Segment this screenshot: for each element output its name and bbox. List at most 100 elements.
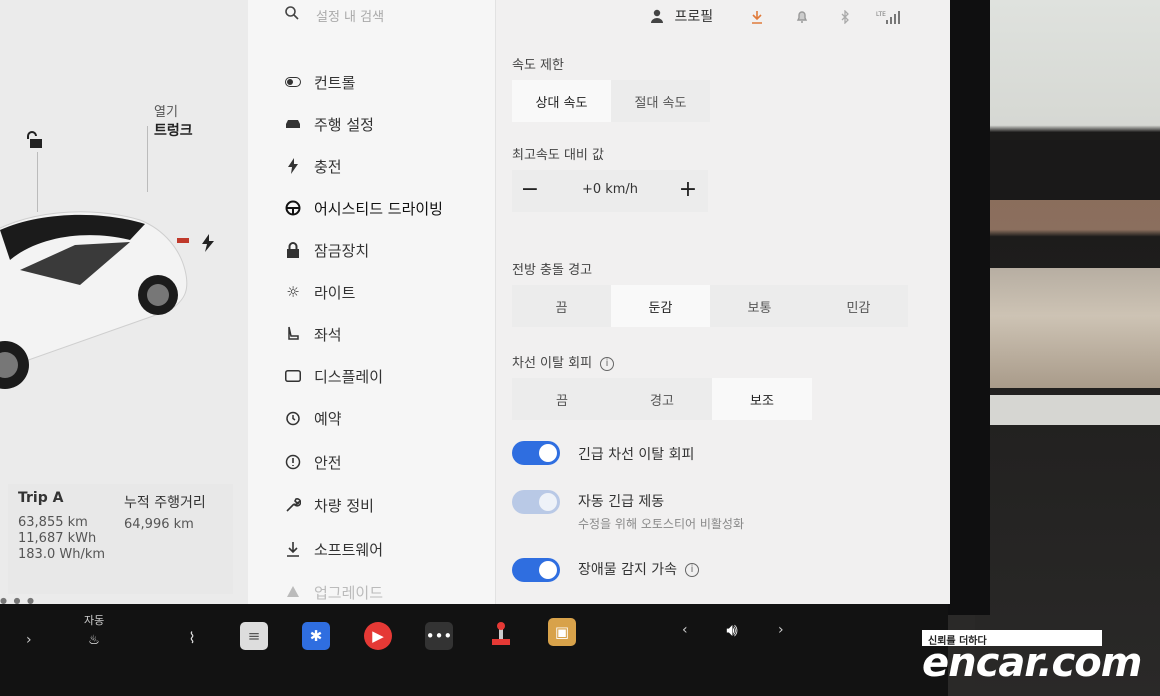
nav-item-lights[interactable]: ☼ 라이트	[284, 278, 484, 306]
info-icon[interactable]: i	[600, 356, 615, 371]
rear-defrost-icon[interactable]: ⌇	[178, 624, 206, 652]
emergency-lane-avoidance-toggle[interactable]	[512, 441, 560, 465]
search-icon	[285, 6, 299, 20]
trip-energy: 11,687 kWh	[18, 531, 97, 546]
lda-option-off[interactable]: 끔	[512, 378, 612, 420]
profile-icon	[651, 9, 663, 23]
shield-icon	[284, 453, 302, 471]
volume-icon[interactable]: 🔊︎	[718, 616, 746, 644]
speed-offset-value: +0 km/h	[581, 182, 639, 197]
wood-trim	[985, 268, 1160, 388]
notes-icon[interactable]: ≡	[240, 622, 268, 650]
increase-button[interactable]: +	[674, 177, 702, 205]
bluetooth-icon[interactable]: ✱	[302, 622, 330, 650]
nav-item-label: 업그레이드	[314, 583, 384, 602]
taskbar: › 자동 ♨ ⌇ ≡ ✱ ▶ ••• ▣ ‹ 🔊︎ ›	[0, 604, 948, 696]
nav-item-schedule[interactable]: 예약	[284, 404, 484, 432]
nav-item-label: 안전	[314, 453, 342, 472]
unlock-icon[interactable]	[26, 130, 46, 150]
search-input[interactable]: 설정 내 검색	[316, 6, 384, 25]
nav-item-seats[interactable]: 좌석	[284, 320, 484, 348]
lda-option-assist[interactable]: 보조	[712, 378, 812, 420]
steering-wheel-icon	[284, 199, 302, 217]
nav-item-safety[interactable]: 안전	[284, 448, 484, 476]
wrench-icon	[284, 496, 302, 514]
nav-item-charging[interactable]: 충전	[284, 152, 484, 180]
lock-icon	[284, 241, 302, 259]
sun-icon: ☼	[286, 283, 300, 301]
fcw-option-late[interactable]: 둔감	[611, 285, 710, 327]
download-icon	[284, 540, 302, 558]
chevron-left-icon[interactable]: ›	[26, 632, 32, 648]
settings-search[interactable]: 설정 내 검색	[284, 2, 484, 28]
download-update-icon[interactable]	[751, 10, 763, 24]
nav-item-controls[interactable]: 컨트롤	[284, 68, 484, 96]
signal-icon: LTE	[876, 11, 900, 24]
clock-icon	[284, 409, 302, 427]
air-vent	[985, 395, 1160, 425]
media-player-icon[interactable]: ▶	[364, 622, 392, 650]
speed-offset-stepper: − +0 km/h +	[512, 170, 708, 212]
trip-distance: 63,855 km	[18, 515, 88, 530]
trunk-callout-line	[147, 126, 148, 192]
nav-item-locks[interactable]: 잠금장치	[284, 236, 484, 264]
calendar-icon[interactable]: ▣	[548, 618, 576, 646]
touchscreen: 열기 트렁크 Trip A 63,855 km 11,687 kWh 183.0…	[0, 0, 950, 604]
obstacle-aware-acceleration-heading: 장애물 감지 가속 i	[578, 559, 700, 579]
nav-item-label: 어시스티드 드라이빙	[314, 199, 443, 218]
nav-item-label: 디스플레이	[314, 367, 384, 386]
speed-limit-option-absolute[interactable]: 절대 속도	[611, 80, 710, 122]
display-icon	[284, 367, 302, 385]
forward-collision-selector: 끔 둔감 보통 민감	[512, 285, 908, 327]
volume-down-chevron-icon[interactable]: ‹	[682, 622, 688, 638]
lane-departure-selector: 끔 경고 보조	[512, 378, 812, 420]
seat-heater-icon[interactable]: ♨	[80, 626, 108, 654]
nav-item-display[interactable]: 디스플레이	[284, 362, 484, 390]
lda-option-warning[interactable]: 경고	[612, 378, 712, 420]
nav-item-assisted-driving[interactable]: 어시스티드 드라이빙	[284, 194, 484, 222]
nav-item-label: 잠금장치	[314, 241, 370, 260]
nav-item-label: 좌석	[314, 325, 342, 344]
seat-icon	[284, 325, 302, 343]
speed-offset-label: 최고속도 대비 값	[512, 148, 604, 163]
toggle-icon	[284, 73, 302, 91]
info-icon[interactable]: i	[685, 563, 700, 577]
speed-limit-label: 속도 제한	[512, 58, 564, 73]
trunk-open-label[interactable]: 열기	[154, 101, 178, 120]
profile-button[interactable]: 프로필	[650, 6, 713, 26]
nav-item-upgrades[interactable]: 업그레이드	[284, 578, 484, 604]
lane-departure-label: 차선 이탈 회피	[512, 356, 593, 371]
auto-emergency-braking-hint: 수정을 위해 오토스티어 비활성화	[578, 517, 745, 531]
profile-label: 프로필	[674, 9, 714, 25]
nav-item-label: 충전	[314, 157, 342, 176]
speed-limit-option-relative[interactable]: 상대 속도	[512, 80, 611, 122]
nav-item-driving[interactable]: 주행 설정	[284, 110, 484, 138]
decrease-button[interactable]: −	[516, 177, 544, 205]
bell-icon[interactable]	[796, 10, 808, 24]
nav-item-label: 라이트	[314, 283, 356, 302]
toggle-knob	[539, 493, 557, 511]
page-dots: ● ● ●	[0, 596, 37, 604]
nav-item-label: 주행 설정	[314, 115, 374, 134]
emergency-lane-avoidance-label: 긴급 차선 이탈 회피	[578, 447, 695, 463]
volume-up-chevron-icon[interactable]: ›	[778, 622, 784, 638]
nav-item-software[interactable]: 소프트웨어	[284, 535, 484, 563]
charging-bolt-icon	[202, 234, 214, 252]
fcw-option-off[interactable]: 끔	[512, 285, 611, 327]
watermark-logo: encar.com	[922, 640, 1142, 686]
nav-item-label: 차량 정비	[314, 496, 374, 515]
toggle-knob	[539, 444, 557, 462]
more-apps-icon[interactable]: •••	[425, 622, 453, 650]
auto-emergency-braking-toggle[interactable]	[512, 490, 560, 514]
toybox-joystick-icon[interactable]	[487, 620, 515, 648]
odometer-value: 64,996 km	[124, 517, 194, 532]
obstacle-aware-acceleration-toggle[interactable]	[512, 558, 560, 582]
nav-item-service[interactable]: 차량 정비	[284, 491, 484, 519]
fcw-option-early[interactable]: 민감	[809, 285, 908, 327]
upgrade-icon	[284, 583, 302, 601]
trunk-label[interactable]: 트렁크	[154, 120, 193, 140]
dashboard-trim	[985, 140, 1160, 200]
car-interior-background	[975, 0, 1160, 696]
car-panel: 열기 트렁크 Trip A 63,855 km 11,687 kWh 183.0…	[0, 0, 248, 604]
fcw-option-medium[interactable]: 보통	[710, 285, 809, 327]
